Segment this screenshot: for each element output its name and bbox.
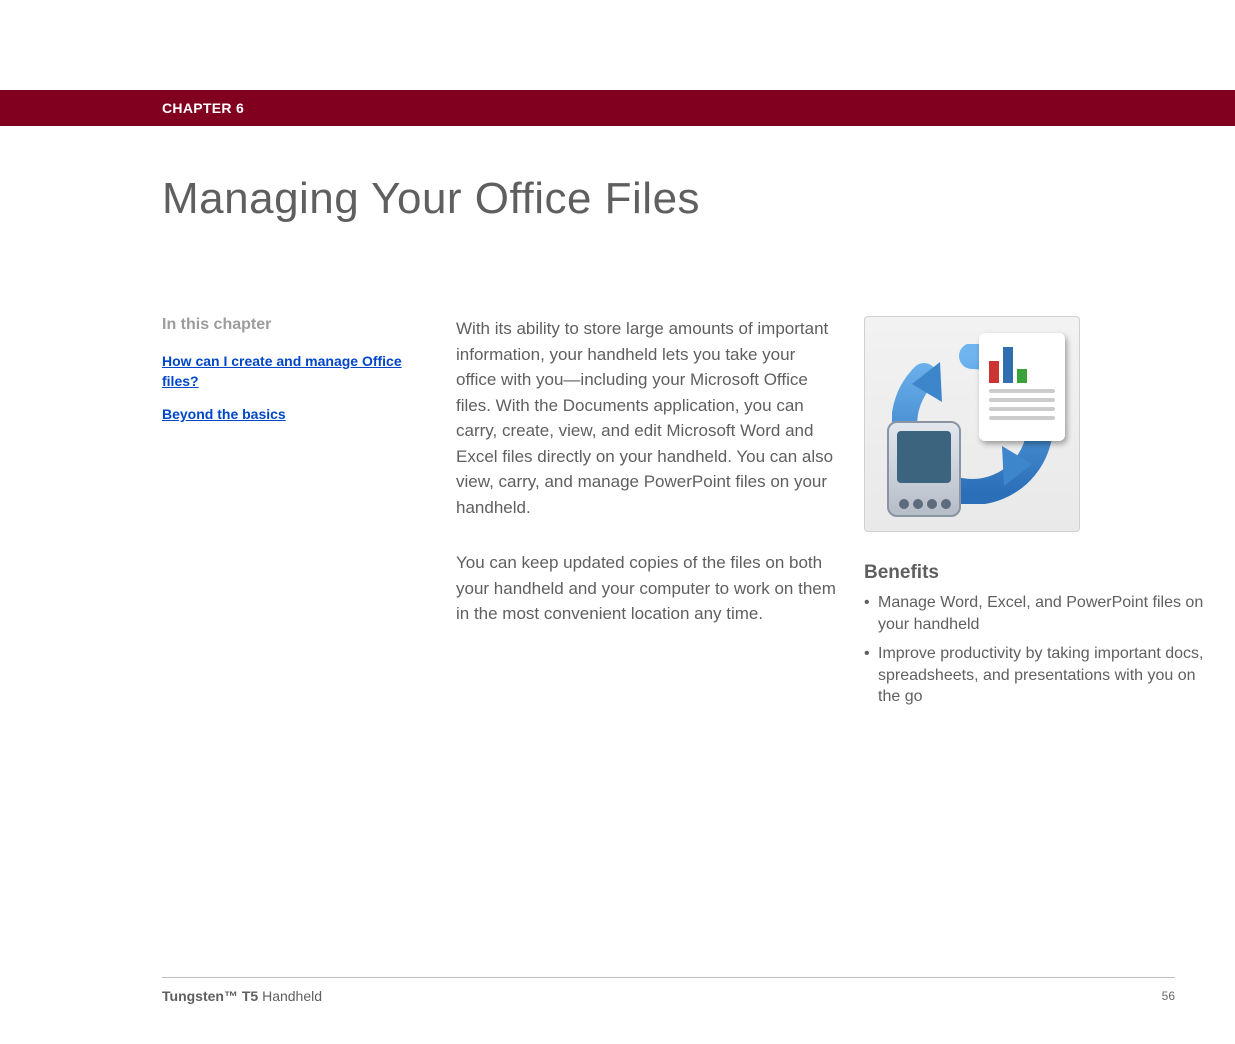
footer-product-rest: Handheld (258, 988, 322, 1004)
content-area: In this chapter How can I create and man… (162, 316, 1235, 716)
footer-product-bold: Tungsten™ T5 (162, 988, 258, 1004)
benefits-heading: Benefits (864, 562, 1214, 584)
illustration-sync-icon (864, 316, 1080, 532)
chapter-bar: CHAPTER 6 (0, 90, 1235, 126)
footer-page-number: 56 (1162, 989, 1175, 1003)
intro-paragraph-1: With its ability to store large amounts … (456, 316, 836, 520)
benefit-item: Manage Word, Excel, and PowerPoint files… (864, 592, 1214, 635)
sidebar: In this chapter How can I create and man… (162, 316, 422, 716)
footer-product: Tungsten™ T5 Handheld (162, 988, 322, 1004)
benefits-list: Manage Word, Excel, and PowerPoint files… (864, 592, 1214, 708)
footer: Tungsten™ T5 Handheld 56 (162, 977, 1175, 1004)
main-text: With its ability to store large amounts … (456, 316, 836, 716)
page-title: Managing Your Office Files (162, 174, 1235, 224)
sidebar-link-create-manage[interactable]: How can I create and manage Office files… (162, 352, 422, 391)
sidebar-link-beyond-basics[interactable]: Beyond the basics (162, 405, 422, 425)
handheld-device-icon (887, 421, 961, 517)
document-chart-icon (979, 333, 1065, 441)
chapter-label: CHAPTER 6 (162, 100, 244, 116)
sidebar-heading: In this chapter (162, 316, 422, 334)
benefit-item: Improve productivity by taking important… (864, 643, 1214, 708)
intro-paragraph-2: You can keep updated copies of the files… (456, 550, 836, 627)
right-column: Benefits Manage Word, Excel, and PowerPo… (864, 316, 1214, 716)
